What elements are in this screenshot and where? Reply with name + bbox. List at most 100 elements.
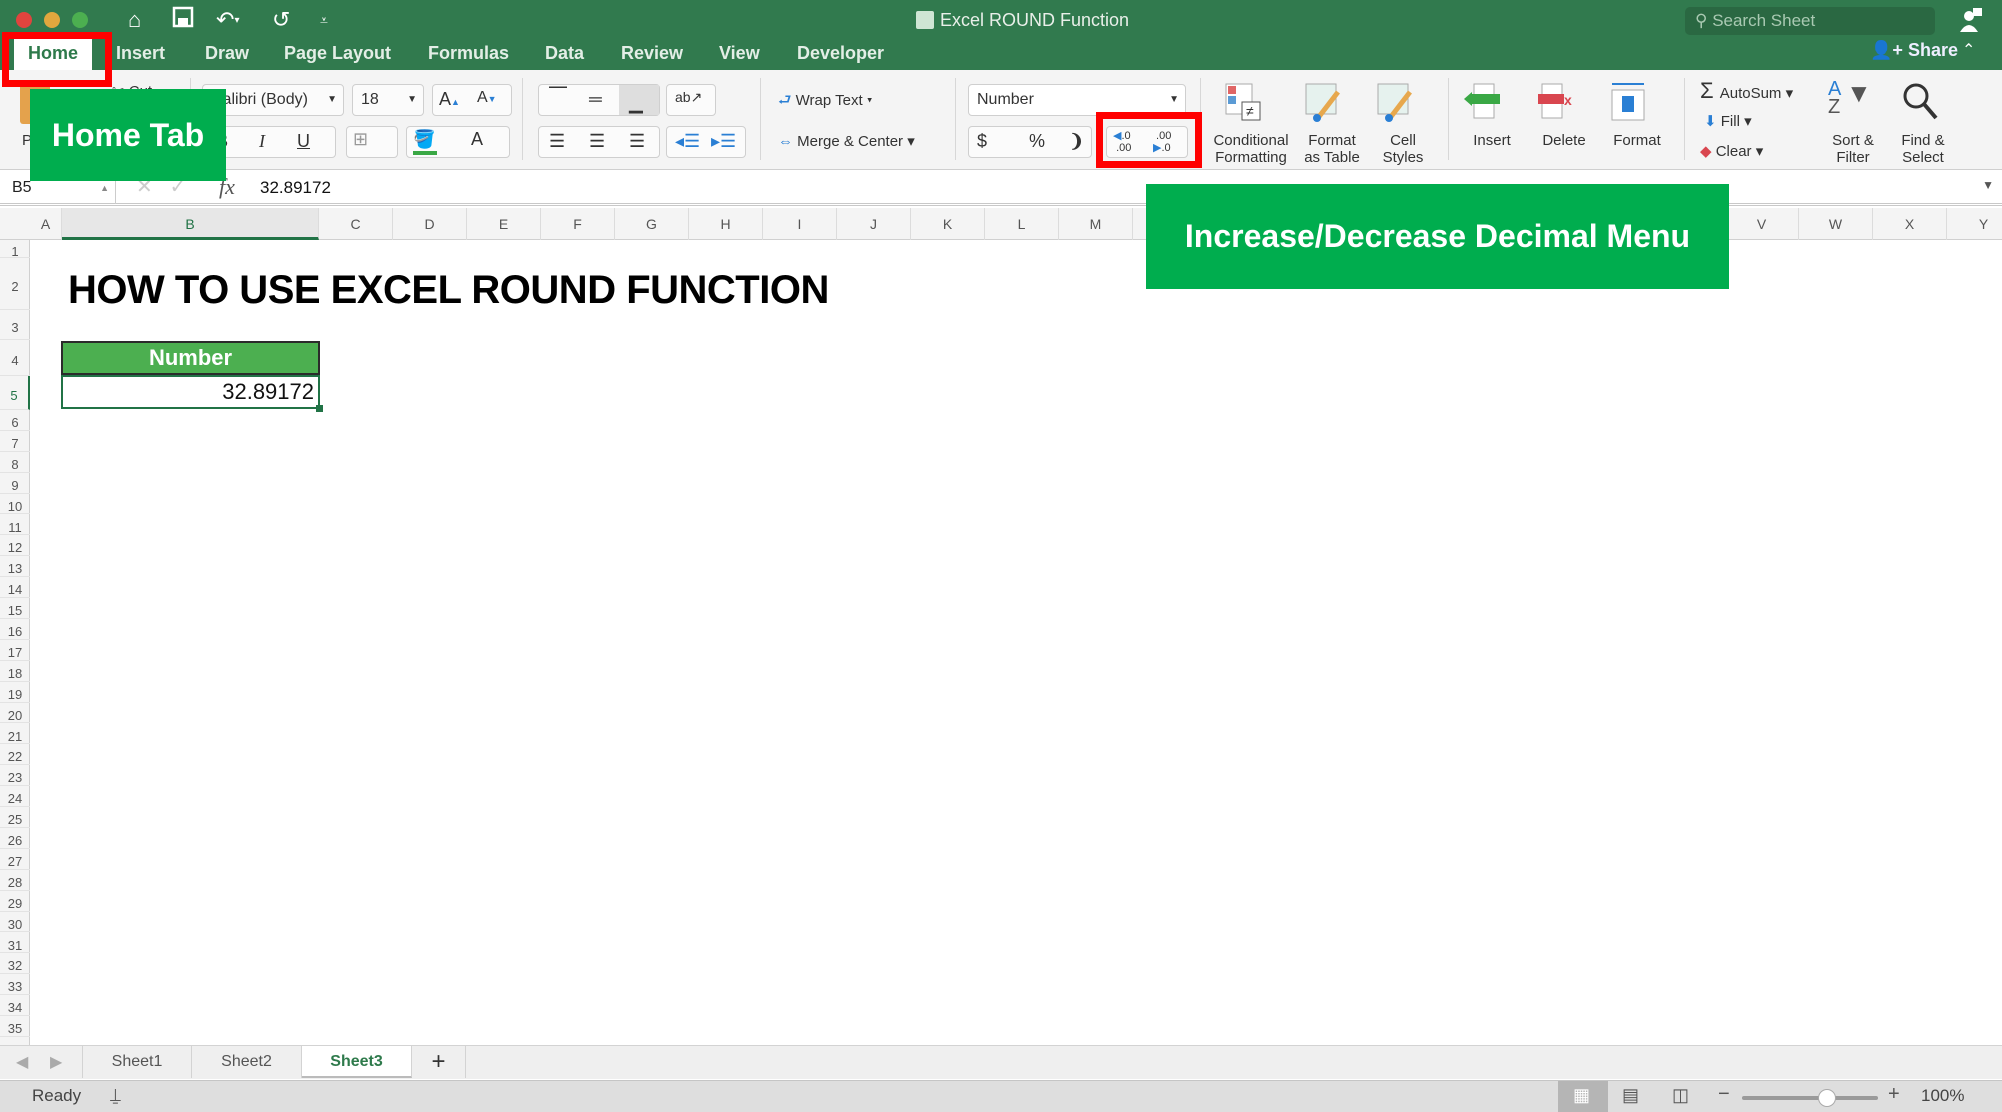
column-header-h[interactable]: H [689,208,763,240]
align-center-icon[interactable]: ☰ [589,131,605,152]
row-header-27[interactable]: 27 [0,849,30,870]
percent-style-button[interactable]: % [1029,131,1045,152]
row-header-18[interactable]: 18 [0,661,30,682]
cell-styles-icon[interactable] [1376,82,1416,122]
add-sheet-button[interactable]: + [412,1046,466,1078]
share-button[interactable]: 👤+ Share [1870,40,1958,61]
row-header-10[interactable]: 10 [0,494,30,515]
find-select-icon[interactable] [1900,80,1944,124]
row-header-5[interactable]: 5 [0,376,30,410]
underline-button[interactable]: U [297,131,310,152]
column-header-d[interactable]: D [393,208,467,240]
row-header-26[interactable]: 26 [0,828,30,849]
row-header-33[interactable]: 33 [0,974,30,996]
normal-view-button[interactable]: ▦ [1558,1081,1608,1112]
row-header-30[interactable]: 30 [0,912,30,933]
column-header-v[interactable]: V [1725,208,1799,240]
column-header-k[interactable]: K [911,208,985,240]
formula-input[interactable]: 32.89172 [260,172,331,204]
column-header-a[interactable]: A [30,208,62,240]
align-middle-icon[interactable]: ═ [589,89,602,110]
search-sheet-input[interactable]: ⚲ Search Sheet [1685,7,1935,35]
row-header-23[interactable]: 23 [0,765,30,787]
increase-font-size-icon[interactable]: A▲ [439,89,460,110]
autosum-button[interactable]: Σ AutoSum ▾ [1700,78,1793,104]
row-header-19[interactable]: 19 [0,682,30,703]
row-header-21[interactable]: 21 [0,724,30,745]
collapse-ribbon-icon[interactable]: ⌃ [1962,40,1975,60]
insert-cells-button[interactable]: Insert [1462,132,1522,149]
column-header-l[interactable]: L [985,208,1059,240]
row-header-14[interactable]: 14 [0,577,30,599]
font-size-dropdown[interactable]: 18 ▼ [352,84,424,116]
minimize-window-button[interactable] [44,12,60,28]
customize-toolbar-icon[interactable]: ⩡ [320,6,328,34]
row-header-16[interactable]: 16 [0,619,30,640]
conditional-formatting-icon[interactable]: ≠ [1224,82,1264,122]
column-header-c[interactable]: C [319,208,393,240]
delete-cells-icon[interactable]: x [1534,82,1578,122]
column-header-x[interactable]: X [1873,208,1947,240]
row-header-4[interactable]: 4 [0,340,30,376]
column-header-b[interactable]: B [62,208,319,240]
zoom-percentage[interactable]: 100% [1921,1086,1964,1106]
sort-filter-icon[interactable]: A Z ▼ [1828,79,1876,124]
home-icon[interactable]: ⌂ [128,6,141,34]
find-select-button[interactable]: Find & Select [1890,132,1956,166]
row-header-24[interactable]: 24 [0,786,30,808]
row-header-17[interactable]: 17 [0,640,30,661]
align-bottom-button[interactable]: ▁ [619,85,659,115]
row-header-34[interactable]: 34 [0,995,30,1017]
zoom-slider-handle[interactable] [1817,1089,1836,1107]
sheet-tab-sheet1[interactable]: Sheet1 [82,1046,192,1078]
clear-button[interactable]: ◆ Clear ▾ [1700,142,1763,160]
row-header-13[interactable]: 13 [0,556,30,578]
row-header-9[interactable]: 9 [0,473,30,494]
row-header-8[interactable]: 8 [0,452,30,473]
undo-icon[interactable]: ↶▾ [216,6,239,35]
row-header-29[interactable]: 29 [0,891,30,912]
align-top-icon[interactable]: ⎺ [549,85,567,106]
expand-formula-bar-icon[interactable]: ▼ [1982,178,1994,192]
scroll-sheets-left-icon[interactable]: ◀ [16,1052,28,1072]
page-break-view-icon[interactable]: ◫ [1672,1085,1689,1106]
row-header-3[interactable]: 3 [0,310,30,340]
wrap-text-button[interactable]: ⮐ Wrap Text ▾ [778,90,872,115]
align-left-icon[interactable]: ☰ [549,131,565,152]
table-header-cell[interactable]: Number [61,341,320,375]
row-header-32[interactable]: 32 [0,953,30,975]
column-header-w[interactable]: W [1799,208,1873,240]
tab-view[interactable]: View [719,38,760,70]
column-header-m[interactable]: M [1059,208,1133,240]
row-header-12[interactable]: 12 [0,535,30,557]
row-header-11[interactable]: 11 [0,515,30,536]
cell-styles-button[interactable]: Cell Styles [1368,132,1438,166]
row-header-2[interactable]: 2 [0,258,30,310]
selected-cell-b5[interactable]: 32.89172 [61,375,320,409]
insert-cells-icon[interactable] [1462,82,1506,122]
conditional-formatting-button[interactable]: Conditional Formatting [1208,132,1294,166]
close-window-button[interactable] [16,12,32,28]
save-icon[interactable] [172,6,194,35]
tab-insert[interactable]: Insert [116,38,165,70]
macro-recording-icon[interactable]: ⍊ [110,1085,121,1106]
column-header-f[interactable]: F [541,208,615,240]
maximize-window-button[interactable] [72,12,88,28]
column-header-y[interactable]: Y [1947,208,2002,240]
italic-button[interactable]: I [259,131,265,152]
fill-handle[interactable] [316,405,323,412]
align-right-icon[interactable]: ☰ [629,131,645,152]
page-layout-view-icon[interactable]: ▤ [1622,1085,1639,1106]
zoom-out-button[interactable]: − [1718,1083,1730,1106]
decrease-indent-icon[interactable]: ◂☰ [675,131,700,152]
currency-format-button[interactable]: $ [977,131,987,152]
row-header-1[interactable]: 1 [0,240,30,259]
column-header-j[interactable]: J [837,208,911,240]
tab-developer[interactable]: Developer [797,38,884,70]
row-header-28[interactable]: 28 [0,870,30,891]
borders-button[interactable]: ⊞ [346,126,398,158]
column-header-e[interactable]: E [467,208,541,240]
zoom-slider-track[interactable] [1742,1096,1878,1100]
decrease-font-size-icon[interactable]: A▼ [477,89,497,107]
tab-page-layout[interactable]: Page Layout [284,38,391,70]
